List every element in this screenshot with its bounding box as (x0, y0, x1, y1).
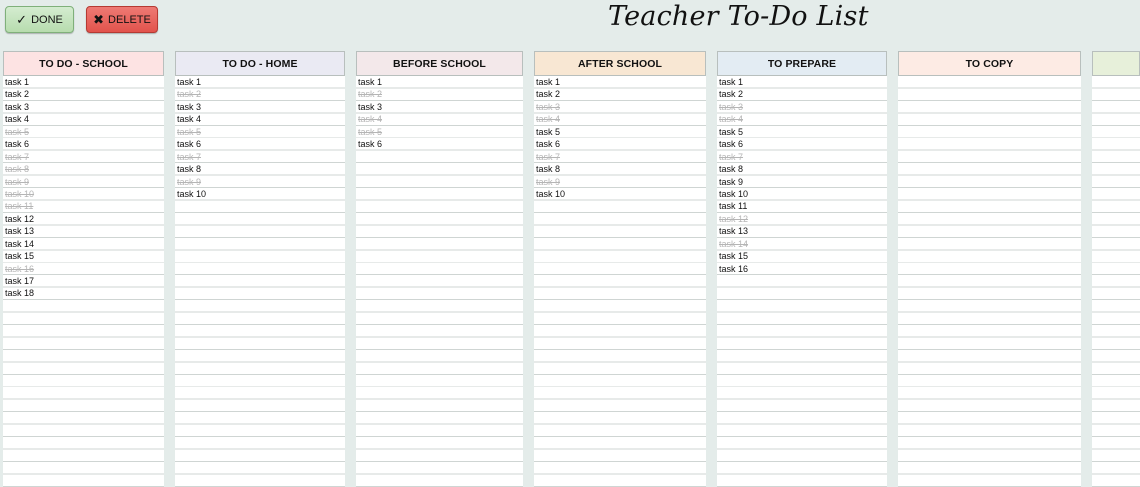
task-item[interactable]: task 10 (534, 188, 706, 200)
task-item[interactable]: task 7 (175, 151, 345, 163)
done-button-label: DONE (31, 13, 63, 26)
task-item[interactable]: task 15 (3, 250, 164, 262)
task-item[interactable]: task 6 (356, 138, 523, 150)
task-list[interactable]: task 1 task 2 task 3 task 4 task 5 task 6 task… (3, 76, 164, 487)
task-item[interactable]: task 1 (3, 76, 164, 88)
task-item[interactable]: task 8 (534, 163, 706, 175)
done-button[interactable]: ✓ DONE (5, 6, 74, 33)
page-title: Teacher To-Do List (608, 1, 869, 32)
task-item[interactable]: task 7 (717, 151, 887, 163)
column-header: BEFORE SCHOOL (356, 51, 523, 76)
task-item[interactable]: task 6 (534, 138, 706, 150)
column-to-do-school: TO DO - SCHOOL task 1 task 2 task 3 task 4t… (3, 51, 164, 487)
task-item[interactable]: task 5 (534, 126, 706, 138)
task-item[interactable]: task 11 (717, 200, 887, 212)
column-partial (1092, 51, 1140, 487)
task-item[interactable]: task 6 (3, 138, 164, 150)
task-item[interactable]: task 3 (3, 101, 164, 113)
column-after-school: AFTER SCHOOL task 1 task 2 task 3 task 4 tas… (534, 51, 706, 487)
task-item[interactable]: task 14 (717, 238, 887, 250)
task-item[interactable]: task 16 (3, 263, 164, 275)
task-item[interactable]: task 7 (3, 151, 164, 163)
task-item[interactable]: task 18 (3, 287, 164, 299)
column-to-prepare: TO PREPARE task 1 task 2 task 3 task 4 task … (717, 51, 887, 487)
task-item[interactable]: task 7 (534, 151, 706, 163)
task-item[interactable]: task 2 (534, 88, 706, 100)
task-item[interactable]: task 8 (717, 163, 887, 175)
task-item[interactable]: task 4 (534, 113, 706, 125)
task-item[interactable]: task 3 (356, 101, 523, 113)
task-item[interactable]: task 12 (717, 213, 887, 225)
task-item[interactable]: task 4 (717, 113, 887, 125)
task-item[interactable]: task 10 (3, 188, 164, 200)
task-item[interactable]: task 9 (175, 176, 345, 188)
task-item[interactable]: task 1 (356, 76, 523, 88)
task-item[interactable]: task 6 (175, 138, 345, 150)
task-item[interactable]: task 3 (534, 101, 706, 113)
task-list[interactable]: task 1 task 2 task 3 task 4 task 5 task 6 (356, 76, 523, 487)
task-list[interactable] (1092, 76, 1140, 487)
column-header (1092, 51, 1140, 76)
task-item[interactable]: task 3 (717, 101, 887, 113)
checkmark-icon: ✓ (16, 12, 28, 27)
task-item[interactable]: task 10 (717, 188, 887, 200)
column-to-do-home: TO DO - HOME task 1 task 2 task 3 task 4 tas… (175, 51, 345, 487)
column-header: TO DO - SCHOOL (3, 51, 164, 76)
task-list[interactable]: task 1 task 2 task 3 task 4 task 5 task 6 task… (717, 76, 887, 487)
task-item[interactable]: task 2 (356, 88, 523, 100)
task-item[interactable]: task 2 (175, 88, 345, 100)
task-item[interactable]: task 13 (717, 225, 887, 237)
task-item[interactable]: task 5 (3, 126, 164, 138)
task-item[interactable]: task 1 (175, 76, 345, 88)
task-item[interactable]: task 12 (3, 213, 164, 225)
task-item[interactable]: task 17 (3, 275, 164, 287)
task-item[interactable]: task 3 (175, 101, 345, 113)
task-list[interactable] (898, 76, 1081, 487)
task-item[interactable]: task 2 (717, 88, 887, 100)
task-item[interactable]: task 9 (3, 176, 164, 188)
delete-button-label: DELETE (108, 13, 151, 26)
task-item[interactable]: task 9 (717, 176, 887, 188)
task-item[interactable]: task 14 (3, 238, 164, 250)
task-item[interactable]: task 15 (717, 250, 887, 262)
task-item[interactable]: task 8 (3, 163, 164, 175)
task-item[interactable]: task 5 (175, 126, 345, 138)
task-item[interactable]: task 5 (717, 126, 887, 138)
task-item[interactable]: task 6 (717, 138, 887, 150)
task-item[interactable]: task 11 (3, 200, 164, 212)
task-item[interactable]: task 4 (356, 113, 523, 125)
task-item[interactable]: task 8 (175, 163, 345, 175)
task-item[interactable]: task 16 (717, 263, 887, 275)
column-before-school: BEFORE SCHOOL task 1 task 2 task 3 task 4 ta… (356, 51, 523, 487)
task-item[interactable]: task 10 (175, 188, 345, 200)
delete-button[interactable]: ✖ DELETE (86, 6, 158, 33)
task-list[interactable]: task 1 task 2 task 3 task 4 task 5 task 6 task… (175, 76, 345, 487)
column-header: TO DO - HOME (175, 51, 345, 76)
task-item[interactable]: task 9 (534, 176, 706, 188)
column-header: AFTER SCHOOL (534, 51, 706, 76)
task-item[interactable]: task 1 (717, 76, 887, 88)
task-item[interactable]: task 4 (175, 113, 345, 125)
task-list[interactable]: task 1 task 2 task 3 task 4 task 5 task 6 task… (534, 76, 706, 487)
task-item[interactable]: task 4 (3, 113, 164, 125)
column-to-copy: TO COPY (898, 51, 1081, 487)
task-item[interactable]: task 5 (356, 126, 523, 138)
task-item[interactable]: task 1 (534, 76, 706, 88)
task-item[interactable]: task 2 (3, 88, 164, 100)
task-item[interactable]: task 13 (3, 225, 164, 237)
x-icon: ✖ (93, 12, 105, 27)
column-header: TO PREPARE (717, 51, 887, 76)
column-header: TO COPY (898, 51, 1081, 76)
